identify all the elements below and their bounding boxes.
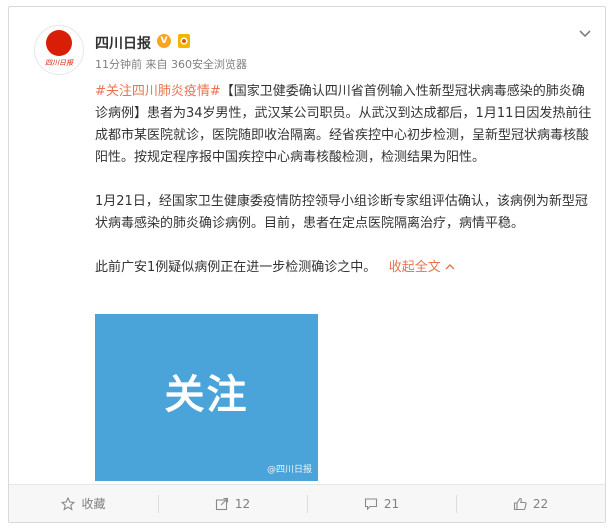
- author-avatar[interactable]: 四川日报: [34, 25, 84, 75]
- post-time[interactable]: 11分钟前: [95, 58, 142, 71]
- image-watermark: @四川日报: [266, 465, 312, 475]
- author-name[interactable]: 四川日报: [95, 33, 151, 53]
- paragraph-1: #关注四川肺炎疫情#【国家卫健委确认四川省首例输入性新型冠状病毒感染的肺炎确诊病…: [95, 81, 593, 169]
- like-button[interactable]: 22: [456, 485, 605, 522]
- share-icon: [215, 497, 228, 510]
- paragraph-2: 1月21日，经国家卫生健康委疫情防控领导小组诊断专家组评估确认，该病例为新型冠状…: [95, 191, 593, 235]
- chevron-up-icon: [445, 264, 455, 270]
- post-source[interactable]: 360安全浏览器: [171, 58, 247, 71]
- avatar-caption: 四川日报: [45, 59, 73, 67]
- post-image[interactable]: 关注 @四川日报: [95, 314, 318, 481]
- comment-icon: [364, 497, 377, 510]
- comment-count: 21: [383, 496, 400, 511]
- post-meta: 11分钟前 来自 360安全浏览器: [95, 56, 247, 72]
- favorite-label: 收藏: [81, 497, 106, 511]
- favorite-button[interactable]: 收藏: [9, 485, 158, 522]
- weibo-post-card: 四川日报 四川日报 V 11分钟前 来自 360安全浏览器 #关注四川肺炎疫情#…: [8, 6, 606, 523]
- sichuan-daily-logo-icon: [46, 30, 72, 56]
- hashtag-link[interactable]: #关注四川肺炎疫情#: [95, 84, 221, 99]
- collapse-label: 收起全文: [388, 260, 441, 275]
- star-outline-icon: [61, 496, 76, 511]
- source-prefix: 来自: [145, 58, 168, 71]
- like-count: 22: [532, 496, 549, 511]
- verified-badge-icon: V: [157, 34, 171, 48]
- comment-button[interactable]: 21: [307, 485, 456, 522]
- post-content: #关注四川肺炎疫情#【国家卫健委确认四川省首例输入性新型冠状病毒感染的肺炎确诊病…: [95, 81, 593, 301]
- paragraph-3: 此前广安1例疑似病例正在进一步检测确诊之中。 收起全文: [95, 257, 593, 279]
- chevron-down-icon[interactable]: [577, 25, 593, 41]
- medal-icon: [178, 34, 190, 48]
- paragraph-3-text: 此前广安1例疑似病例正在进一步检测确诊之中。: [95, 260, 377, 275]
- action-bar: 收藏 12 21 22: [9, 484, 605, 522]
- paragraph-2-text: 1月21日，经国家卫生健康委疫情防控领导小组诊断专家组评估确认，该病例为新型冠状…: [95, 194, 588, 231]
- thumb-up-icon: [513, 497, 527, 510]
- share-button[interactable]: 12: [158, 485, 307, 522]
- collapse-link[interactable]: 收起全文: [380, 260, 455, 275]
- image-text: 关注: [164, 372, 249, 418]
- share-count: 12: [234, 496, 251, 511]
